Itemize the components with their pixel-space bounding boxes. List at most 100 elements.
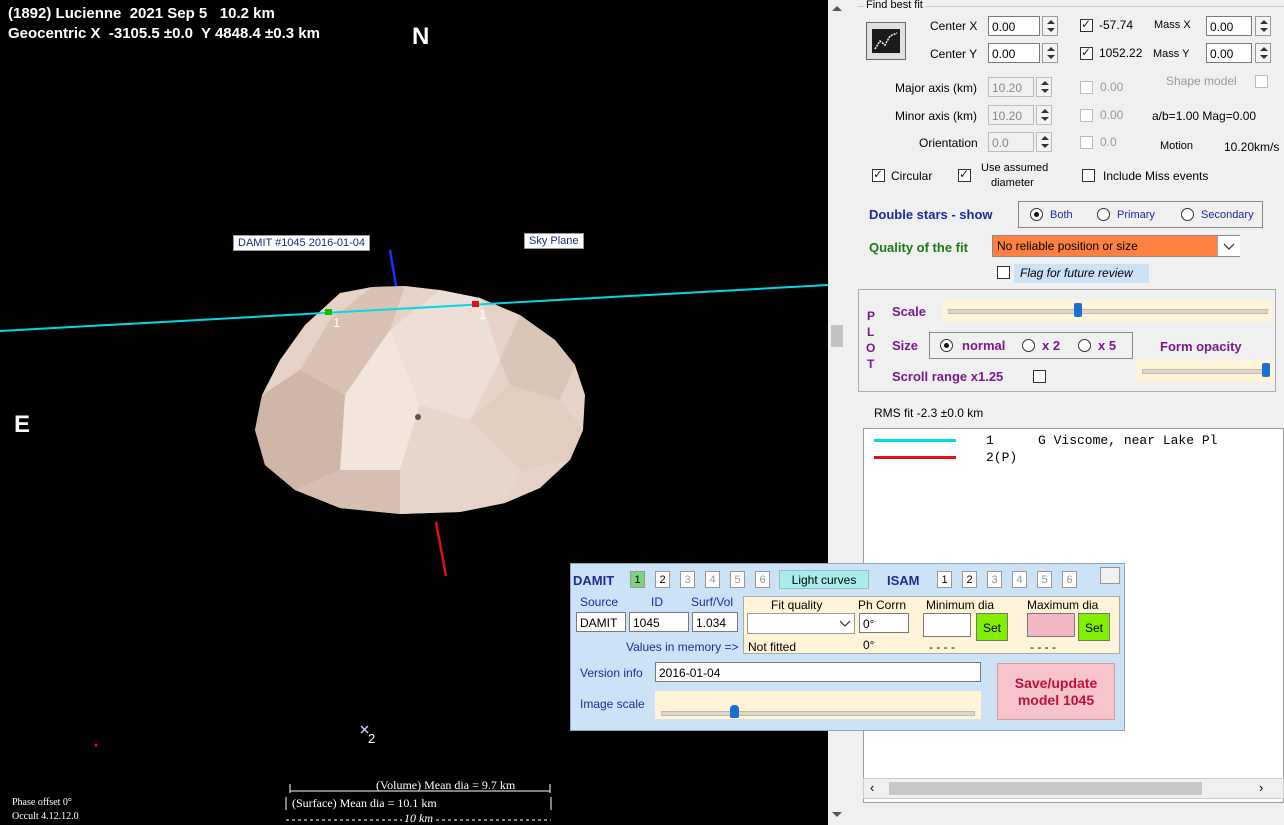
compass-north: N bbox=[412, 23, 430, 50]
center-y-spinner[interactable] bbox=[1042, 43, 1058, 63]
observer-list-hscrollbar[interactable]: ‹ › bbox=[863, 778, 1284, 799]
double-both-label: Both bbox=[1050, 209, 1073, 221]
major-axis-checkbox[interactable] bbox=[1080, 81, 1093, 94]
save-update-model-button[interactable]: Save/update model 1045 bbox=[997, 663, 1115, 720]
max-dia-field[interactable] bbox=[1027, 613, 1075, 637]
values-in-memory-label: Values in memory => bbox=[626, 640, 739, 654]
surfvol-field[interactable]: 1.034 bbox=[692, 612, 738, 632]
phase-offset: Phase offset 0° bbox=[12, 797, 72, 808]
ab-mag-readout: a/b=1.00 Mag=0.00 bbox=[1152, 109, 1257, 123]
damit-model-1-button[interactable]: 1 bbox=[630, 571, 645, 588]
size-x2-label: x 2 bbox=[1042, 338, 1061, 353]
center-x-spinner[interactable] bbox=[1042, 16, 1058, 36]
center-x-input[interactable]: 0.00 bbox=[988, 16, 1040, 36]
light-curves-button[interactable]: Light curves bbox=[779, 570, 869, 589]
center-y-input[interactable]: 0.00 bbox=[988, 43, 1040, 63]
min-dia-field[interactable] bbox=[923, 613, 971, 637]
mass-x-spinner[interactable] bbox=[1255, 16, 1271, 36]
plot-letter-t: T bbox=[867, 357, 875, 371]
damit-model-6-button[interactable]: 6 bbox=[755, 571, 770, 588]
isam-model-2-button[interactable]: 2 bbox=[962, 571, 977, 588]
size-x2-radio[interactable] bbox=[1022, 339, 1035, 352]
double-both-radio[interactable] bbox=[1030, 208, 1043, 221]
observer-2-color-swatch bbox=[874, 456, 956, 459]
major-axis-label: Major axis (km) bbox=[895, 81, 978, 95]
scroll-up-icon[interactable] bbox=[832, 6, 842, 11]
damit-model-2-button[interactable]: 2 bbox=[655, 571, 670, 588]
image-scale-slider-thumb[interactable] bbox=[729, 705, 739, 718]
major-axis-fit-value: 0.00 bbox=[1100, 80, 1124, 94]
mass-y-spinner[interactable] bbox=[1255, 43, 1271, 63]
center-y-value: 1052.22 bbox=[1099, 46, 1143, 60]
damit-panel-close-button[interactable] bbox=[1100, 567, 1120, 584]
size-normal-radio[interactable] bbox=[940, 339, 953, 352]
scale-slider-thumb[interactable] bbox=[1074, 303, 1083, 317]
quality-value: No reliable position or size bbox=[997, 239, 1138, 253]
scale-label: Scale bbox=[892, 304, 926, 319]
isam-model-4-button[interactable]: 4 bbox=[1012, 571, 1027, 588]
quality-select[interactable]: No reliable position or size bbox=[992, 235, 1240, 257]
reference-dot bbox=[94, 743, 98, 747]
use-assumed-diameter-checkbox[interactable] bbox=[958, 167, 971, 182]
chevron-down-icon bbox=[1223, 243, 1235, 250]
observer-1-color-swatch bbox=[874, 439, 956, 442]
surface-mean-dia: (Surface) Mean dia = 10.1 km bbox=[292, 796, 437, 810]
find-best-fit-button[interactable] bbox=[866, 22, 906, 60]
image-scale-slider[interactable] bbox=[655, 691, 981, 719]
form-opacity-slider-thumb[interactable] bbox=[1262, 363, 1271, 377]
minor-axis-input[interactable]: 10.20 bbox=[988, 105, 1034, 125]
flag-review-checkbox[interactable] bbox=[997, 266, 1010, 279]
minor-axis-spinner[interactable] bbox=[1036, 105, 1052, 125]
mass-x-input[interactable]: 0.00 bbox=[1206, 16, 1252, 36]
double-secondary-radio[interactable] bbox=[1181, 208, 1194, 221]
center-y-checkbox[interactable] bbox=[1080, 45, 1093, 60]
damit-model-4-button[interactable]: 4 bbox=[705, 571, 720, 588]
include-miss-checkbox[interactable] bbox=[1082, 169, 1095, 182]
isam-model-6-button[interactable]: 6 bbox=[1062, 571, 1077, 588]
min-dia-set-button[interactable]: Set bbox=[976, 613, 1008, 641]
damit-model-3-button[interactable]: 3 bbox=[680, 571, 695, 588]
double-primary-radio[interactable] bbox=[1097, 208, 1110, 221]
center-y-label: Center Y bbox=[930, 47, 978, 61]
asteroid-center-marker bbox=[415, 414, 421, 420]
scale-slider[interactable] bbox=[942, 300, 1272, 322]
scroll-left-icon[interactable]: ‹ bbox=[870, 780, 874, 795]
min-dia-memory: - - - - bbox=[929, 640, 955, 654]
form-opacity-slider[interactable] bbox=[1136, 360, 1274, 382]
damit-model-5-button[interactable]: 5 bbox=[730, 571, 745, 588]
version-info-field[interactable]: 2016-01-04 bbox=[655, 662, 981, 682]
scroll-right-icon[interactable]: › bbox=[1259, 780, 1263, 795]
size-normal-label: normal bbox=[962, 338, 1006, 353]
orientation-spinner[interactable] bbox=[1036, 132, 1052, 152]
mass-y-input[interactable]: 0.00 bbox=[1206, 43, 1252, 63]
min-dia-label: Minimum dia bbox=[926, 598, 995, 612]
hscroll-thumb[interactable] bbox=[889, 782, 1202, 795]
size-x5-label: x 5 bbox=[1098, 338, 1117, 353]
circular-checkbox[interactable] bbox=[872, 167, 885, 182]
scroll-down-icon[interactable] bbox=[832, 812, 842, 817]
isam-model-3-button[interactable]: 3 bbox=[987, 571, 1002, 588]
minor-axis-checkbox[interactable] bbox=[1080, 109, 1093, 122]
isam-model-5-button[interactable]: 5 bbox=[1037, 571, 1052, 588]
source-field[interactable]: DAMIT bbox=[576, 612, 626, 632]
isam-model-1-button[interactable]: 1 bbox=[937, 571, 952, 588]
scroll-range-checkbox[interactable] bbox=[1033, 370, 1046, 383]
size-x5-radio[interactable] bbox=[1078, 339, 1091, 352]
double-primary-label: Primary bbox=[1117, 209, 1155, 221]
chord-1-label-start: 1 bbox=[333, 315, 341, 330]
scroll-thumb[interactable] bbox=[831, 325, 843, 347]
quality-dropdown-button[interactable] bbox=[1217, 236, 1240, 256]
orientation-checkbox[interactable] bbox=[1080, 136, 1093, 149]
max-dia-set-button[interactable]: Set bbox=[1078, 613, 1110, 641]
fit-quality-select[interactable] bbox=[747, 613, 855, 634]
major-axis-input[interactable]: 10.20 bbox=[988, 77, 1034, 97]
ph-corrn-memory: 0° bbox=[863, 638, 875, 652]
shape-model-checkbox[interactable] bbox=[1255, 75, 1268, 88]
motion-label: Motion bbox=[1160, 140, 1194, 152]
orientation-input[interactable]: 0.0 bbox=[988, 132, 1034, 152]
observer-1-name: G Viscome, near Lake Pl bbox=[1038, 433, 1218, 448]
id-field[interactable]: 1045 bbox=[629, 612, 689, 632]
center-x-checkbox[interactable] bbox=[1080, 17, 1093, 32]
ph-corrn-field[interactable]: 0° bbox=[859, 613, 909, 633]
major-axis-spinner[interactable] bbox=[1036, 77, 1052, 97]
